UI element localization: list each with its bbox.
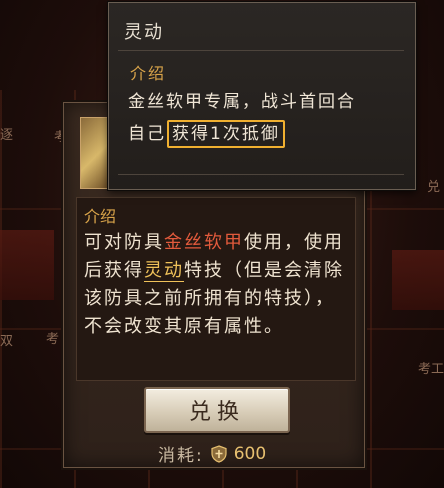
cost-value: 600 (233, 443, 267, 464)
description-heading: 介绍 (84, 207, 117, 226)
tooltip-line: 金丝软甲专属，战斗首回合 (128, 92, 356, 112)
tooltip-line-prefix: 自己 (128, 124, 166, 144)
shield-currency-icon (211, 444, 227, 463)
shop-slot-right[interactable] (392, 250, 444, 310)
bg-label: 兑 (426, 180, 440, 195)
description-text: 可对防具金丝软甲使用，使用后获得灵动特技（但是会清除该防具之前所拥有的特技），不… (84, 229, 348, 341)
item-name-highlight: 金丝软甲 (164, 232, 244, 253)
desc-part: 可对防具 (84, 232, 164, 253)
bg-label: 双 (0, 334, 14, 349)
tooltip-divider (118, 174, 404, 175)
exchange-button[interactable]: 兑换 (144, 387, 290, 433)
bg-label: 逐 (0, 128, 14, 143)
tooltip-title: 灵动 (124, 22, 164, 43)
tooltip-heading: 介绍 (130, 64, 167, 83)
cost-label: 消耗: (158, 446, 204, 466)
tooltip-highlight: 获得1次抵御 (167, 120, 285, 148)
bg-label: 考 (46, 332, 60, 347)
tooltip-line: 自己 获得1次抵御 (128, 118, 398, 150)
bg-label: 考工 (417, 362, 444, 377)
cost-row: 消耗: 600 (158, 441, 267, 467)
tooltip-divider (118, 50, 404, 51)
skill-name-link[interactable]: 灵动 (144, 260, 184, 282)
tooltip-text: 金丝软甲专属，战斗首回合 自己 获得1次抵御 (128, 86, 398, 150)
shop-slot-left[interactable] (0, 230, 54, 300)
